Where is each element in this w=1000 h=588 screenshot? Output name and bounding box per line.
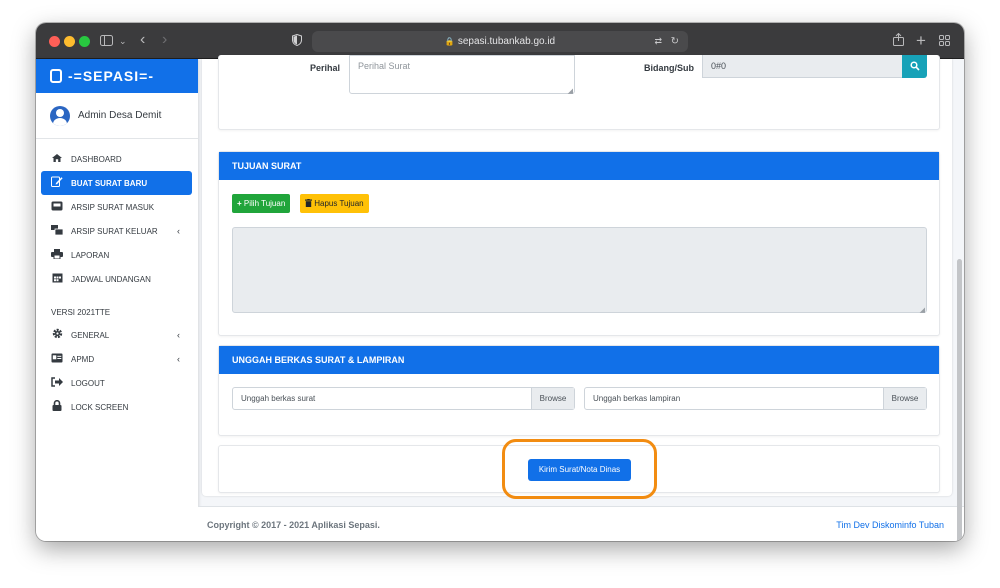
- upload-surat-input[interactable]: Unggah berkas surat Browse: [232, 387, 575, 410]
- sidebar: -=SEPASI=- Admin Desa Demit DASHBOARD BU…: [36, 59, 198, 541]
- sidebar-item-label: APMD: [71, 354, 95, 364]
- tachometer-icon: [51, 153, 63, 166]
- inbox-icon: [51, 201, 63, 214]
- perihal-label: Perihal: [310, 63, 341, 73]
- minimize-window-button[interactable]: [64, 36, 75, 47]
- upload-lampiran-input[interactable]: Unggah berkas lampiran Browse: [584, 387, 927, 410]
- sidebar-item-label: GENERAL: [71, 330, 110, 340]
- resize-handle-icon[interactable]: ◢: [920, 306, 925, 314]
- user-panel[interactable]: Admin Desa Demit: [36, 93, 198, 139]
- hapus-tujuan-button[interactable]: Hapus Tujuan: [300, 194, 369, 213]
- perihal-placeholder: Perihal Surat: [358, 61, 411, 71]
- pilih-tujuan-label: Pilih Tujuan: [243, 199, 286, 208]
- zoom-window-button[interactable]: [79, 36, 90, 47]
- avatar: [50, 105, 70, 126]
- sidebar-item-label: LAPORAN: [71, 250, 110, 260]
- tujuan-surat-card: TUJUAN SURAT + Pilih Tujuan Hapus Tujuan…: [218, 151, 940, 336]
- page-footer: Copyright © 2017 - 2021 Aplikasi Sepasi.…: [198, 506, 964, 541]
- credit-link[interactable]: Tim Dev Diskominfo Tuban: [836, 520, 944, 530]
- highlight-annotation: [502, 439, 657, 499]
- close-window-button[interactable]: [49, 36, 60, 47]
- tujuan-list-textarea[interactable]: ◢: [232, 227, 927, 314]
- sidebar-item-label: LOGOUT: [71, 378, 105, 388]
- resize-handle-icon[interactable]: ◢: [568, 87, 573, 95]
- lock-icon: [51, 399, 63, 414]
- sidebar-nav: DASHBOARD BUAT SURAT BARU ARSIP SURAT MA…: [36, 139, 198, 419]
- brand-name: -=SEPASI=-: [68, 68, 154, 84]
- sidebar-item-label: BUAT SURAT BARU: [71, 178, 148, 188]
- sidebar-item-jadwal-undangan[interactable]: JADWAL UNDANGAN: [41, 267, 192, 291]
- hapus-tujuan-label: Hapus Tujuan: [314, 199, 364, 208]
- sidebar-item-laporan[interactable]: LAPORAN: [41, 243, 192, 267]
- bidang-label: Bidang/Sub: [644, 63, 694, 73]
- address-bar[interactable]: 🔒 sepasi.tubankab.go.id ⇄ ↻: [312, 31, 688, 52]
- calendar-icon: [51, 272, 63, 286]
- sidebar-item-arsip-surat-keluar[interactable]: ARSIP SURAT KELUAR ‹: [41, 219, 192, 243]
- browse-lampiran-button[interactable]: Browse: [883, 388, 926, 409]
- bidang-search-button[interactable]: [902, 55, 927, 78]
- form-wrapper-card: Perihal Perihal Surat ◢ Bidang/Sub 0#0 T…: [202, 55, 952, 499]
- edit-icon: [51, 176, 63, 190]
- brand-logo[interactable]: -=SEPASI=-: [36, 59, 198, 93]
- app-logo-icon: [50, 69, 62, 83]
- tujuan-surat-header: TUJUAN SURAT: [219, 152, 939, 180]
- plus-icon: +: [237, 199, 242, 208]
- browse-surat-button[interactable]: Browse: [531, 388, 574, 409]
- sidebar-item-label: ARSIP SURAT MASUK: [71, 202, 155, 212]
- sidebar-item-label: JADWAL UNDANGAN: [71, 274, 151, 284]
- sidebar-item-buat-surat-baru[interactable]: BUAT SURAT BARU: [41, 171, 192, 195]
- unggah-berkas-header: UNGGAH BERKAS SURAT & LAMPIRAN: [219, 346, 939, 374]
- browser-window: ⌄ ‹ › 🔒 sepasi.tubankab.go.id ⇄ ↻ + -=SEP…: [36, 23, 964, 541]
- copyright-text: Copyright © 2017 - 2021 Aplikasi Sepasi.: [207, 520, 380, 530]
- print-icon: [51, 248, 63, 262]
- mail-bulk-icon: [51, 224, 64, 238]
- trash-icon: [305, 199, 314, 208]
- chevron-left-icon: ‹: [177, 354, 180, 364]
- submit-card: Kirim Surat/Nota Dinas: [218, 439, 940, 499]
- sidebar-item-dashboard[interactable]: DASHBOARD: [41, 147, 192, 171]
- browser-titlebar: ⌄ ‹ › 🔒 sepasi.tubankab.go.id ⇄ ↻ +: [36, 23, 964, 59]
- sidebar-item-arsip-surat-masuk[interactable]: ARSIP SURAT MASUK: [41, 195, 192, 219]
- bidang-value: 0#0: [711, 61, 727, 71]
- share-icon[interactable]: [893, 31, 904, 51]
- tab-overview-icon[interactable]: [939, 31, 950, 51]
- version-header: VERSI 2021TTE: [51, 308, 111, 317]
- user-name: Admin Desa Demit: [78, 110, 162, 121]
- chevron-down-icon[interactable]: ⌄: [119, 31, 127, 51]
- bidang-field[interactable]: 0#0: [702, 55, 903, 78]
- lock-icon: 🔒: [444, 37, 455, 46]
- gear-icon: [51, 328, 63, 342]
- privacy-shield-icon[interactable]: [292, 31, 302, 51]
- new-tab-icon[interactable]: +: [916, 31, 926, 50]
- search-icon: [909, 58, 920, 76]
- id-card-icon: [51, 353, 63, 366]
- sidebar-item-label: ARSIP SURAT KELUAR: [71, 226, 158, 236]
- back-icon[interactable]: ‹: [140, 31, 145, 49]
- sidebar-toggle-icon[interactable]: [100, 31, 113, 51]
- pilih-tujuan-button[interactable]: + Pilih Tujuan: [232, 194, 291, 213]
- sidebar-item-apmd[interactable]: APMD ‹: [41, 347, 192, 371]
- chevron-left-icon: ‹: [177, 226, 180, 236]
- perihal-textarea[interactable]: Perihal Surat ◢: [349, 55, 575, 95]
- sidebar-item-general[interactable]: GENERAL ‹: [41, 323, 192, 347]
- sign-out-icon: [51, 376, 63, 390]
- upload-lampiran-placeholder: Unggah berkas lampiran: [593, 394, 681, 403]
- main-content: Perihal Perihal Surat ◢ Bidang/Sub 0#0 T…: [198, 55, 964, 541]
- unggah-berkas-card: UNGGAH BERKAS SURAT & LAMPIRAN Unggah be…: [218, 345, 940, 436]
- reload-icon[interactable]: ↻: [671, 31, 679, 52]
- url-text: sepasi.tubankab.go.id: [457, 36, 556, 47]
- translate-icon[interactable]: ⇄: [654, 31, 662, 52]
- sidebar-item-label: LOCK SCREEN: [71, 402, 129, 412]
- upload-surat-placeholder: Unggah berkas surat: [241, 394, 316, 403]
- forward-icon[interactable]: ›: [162, 31, 167, 49]
- sidebar-item-lock-screen[interactable]: LOCK SCREEN: [41, 395, 192, 419]
- page-scrollbar[interactable]: [957, 259, 962, 541]
- sidebar-item-logout[interactable]: LOGOUT: [41, 371, 192, 395]
- chevron-left-icon: ‹: [177, 330, 180, 340]
- sidebar-item-label: DASHBOARD: [71, 154, 122, 164]
- detail-surat-card: Perihal Perihal Surat ◢ Bidang/Sub 0#0: [218, 55, 940, 130]
